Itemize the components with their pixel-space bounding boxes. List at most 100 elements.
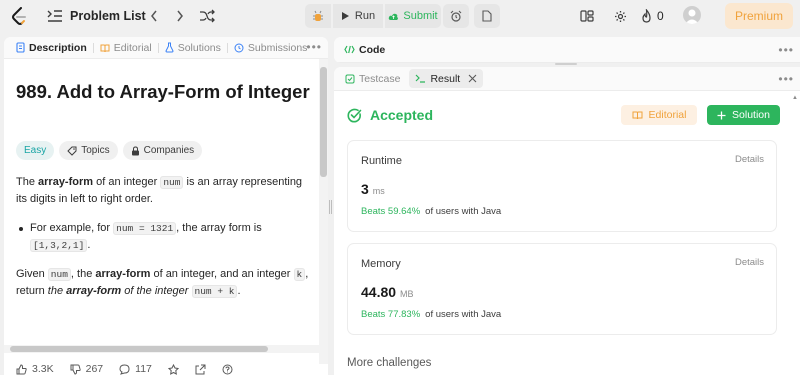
run-button[interactable]: Run — [333, 4, 383, 28]
solution-label: Solution — [732, 109, 770, 121]
book-icon — [100, 44, 110, 52]
result-panel: Testcase Result ••• Accepted Editorial S… — [334, 67, 800, 375]
memory-beats: Beats 77.83% — [361, 309, 421, 320]
vertical-scrollbar[interactable] — [320, 67, 327, 177]
italic-text: the — [47, 285, 67, 297]
more-options-icon[interactable]: ••• — [778, 72, 794, 86]
tab-submissions[interactable]: Submissions — [228, 37, 314, 59]
tab-description-label: Description — [29, 41, 87, 54]
companies-chip[interactable]: Companies — [122, 141, 203, 160]
text: , the — [70, 268, 96, 280]
notes-button[interactable] — [474, 4, 500, 28]
chevron-left-icon[interactable] — [146, 7, 162, 25]
result-tabbar: Testcase Result ••• — [334, 67, 800, 91]
like-button[interactable]: 3.3K — [16, 363, 54, 375]
example-list: For example, for num = 1321, the array f… — [16, 220, 316, 254]
tab-result[interactable]: Result — [409, 69, 484, 88]
thumbs-down-icon — [70, 364, 81, 375]
text: Given — [16, 268, 48, 280]
horizontal-scrollbar[interactable] — [10, 346, 268, 352]
run-submit-group: Run Submit — [305, 4, 441, 28]
code-icon — [344, 45, 355, 54]
note-icon — [482, 10, 492, 22]
problem-list-label[interactable]: Problem List — [70, 9, 146, 23]
status-label: Accepted — [370, 107, 434, 123]
timer-button[interactable] — [443, 4, 469, 28]
memory-card[interactable]: Memory Details 44.80 MB Beats 77.83% of … — [347, 243, 777, 335]
tab-code[interactable]: Code — [344, 39, 385, 61]
tab-submissions-label: Submissions — [247, 41, 308, 54]
inline-code: num — [47, 268, 71, 281]
tab-solutions[interactable]: Solutions — [159, 37, 227, 59]
favorite-button[interactable] — [167, 363, 179, 375]
bold-term: array-form — [38, 176, 94, 188]
run-label: Run — [354, 10, 376, 22]
companies-label: Companies — [143, 145, 195, 156]
play-icon — [341, 12, 349, 20]
book-icon — [632, 111, 643, 119]
flame-icon — [642, 9, 651, 23]
text: of an integer, and an integer — [150, 268, 294, 280]
user-icon — [685, 9, 699, 24]
dislike-count: 267 — [85, 363, 104, 375]
premium-button[interactable]: Premium — [725, 3, 793, 29]
cloud-upload-icon — [389, 13, 399, 20]
text: . — [87, 239, 91, 251]
checkbox-icon — [345, 74, 355, 83]
problem-list-icon[interactable] — [46, 8, 64, 24]
code-panel: Code ••• — [334, 37, 800, 63]
runtime-percentile: Beats 59.64% of users with Java — [361, 206, 501, 217]
check-circle-icon — [347, 108, 362, 123]
more-options-icon[interactable]: ••• — [306, 40, 322, 54]
tab-editorial[interactable]: Editorial — [94, 37, 158, 59]
debug-button[interactable] — [305, 4, 331, 28]
memory-number: 44.80 — [361, 284, 397, 300]
streak-counter[interactable]: 0 — [641, 7, 664, 25]
streak-count: 0 — [657, 9, 664, 23]
alarm-clock-icon — [450, 10, 462, 22]
italic-text: of the integer — [121, 285, 192, 297]
tab-description[interactable]: Description — [10, 37, 93, 59]
share-button[interactable] — [195, 364, 206, 375]
memory-details-link[interactable]: Details — [735, 257, 764, 268]
shuffle-icon[interactable] — [198, 7, 216, 25]
share-solution-button[interactable]: Solution — [707, 105, 780, 125]
avatar[interactable] — [683, 6, 701, 24]
dislike-button[interactable]: 267 — [70, 363, 104, 375]
help-button[interactable] — [222, 364, 233, 375]
history-icon — [234, 43, 244, 52]
scroll-up-arrow-icon[interactable]: ▲ — [792, 95, 798, 101]
description-tabbar: Description Editorial Solutions Submissi… — [4, 37, 328, 59]
bold-italic-term: array-form — [66, 285, 122, 297]
runtime-label: Runtime — [361, 155, 402, 167]
panel-resize-handle[interactable] — [555, 63, 577, 65]
top-navigation-bar: Problem List Run Submit 0 Premium — [0, 0, 800, 33]
more-options-icon[interactable]: ••• — [778, 43, 794, 57]
star-icon — [167, 363, 179, 375]
panel-resize-handle[interactable] — [329, 200, 332, 214]
tab-result-label: Result — [430, 72, 461, 85]
engagement-stats: 3.3K 267 117 — [16, 363, 233, 375]
tab-editorial-label: Editorial — [113, 41, 152, 54]
question-icon — [222, 364, 233, 374]
memory-beats-suffix: of users with Java — [425, 309, 502, 320]
submit-button[interactable]: Submit — [385, 4, 441, 28]
topics-chip[interactable]: Topics — [59, 141, 118, 160]
comments-button[interactable]: 117 — [119, 363, 152, 375]
close-icon[interactable] — [468, 74, 477, 83]
runtime-details-link[interactable]: Details — [735, 154, 764, 165]
chevron-right-icon[interactable] — [172, 7, 188, 25]
editorial-button[interactable]: Editorial — [621, 105, 697, 125]
flask-icon — [165, 42, 174, 53]
list-item: For example, for num = 1321, the array f… — [16, 220, 316, 254]
comment-icon — [119, 363, 130, 375]
leetcode-logo-icon[interactable] — [10, 6, 28, 26]
gear-icon[interactable] — [612, 8, 628, 24]
page-title: 989. Add to Array-Form of Integer — [16, 81, 310, 102]
layout-icon[interactable] — [579, 8, 595, 24]
text: . — [237, 285, 241, 297]
thumbs-up-icon — [16, 363, 27, 374]
runtime-card[interactable]: Runtime Details 3 ms Beats 59.64% of use… — [347, 140, 777, 232]
tab-code-label: Code — [359, 43, 386, 56]
tab-testcase[interactable]: Testcase — [339, 69, 406, 88]
